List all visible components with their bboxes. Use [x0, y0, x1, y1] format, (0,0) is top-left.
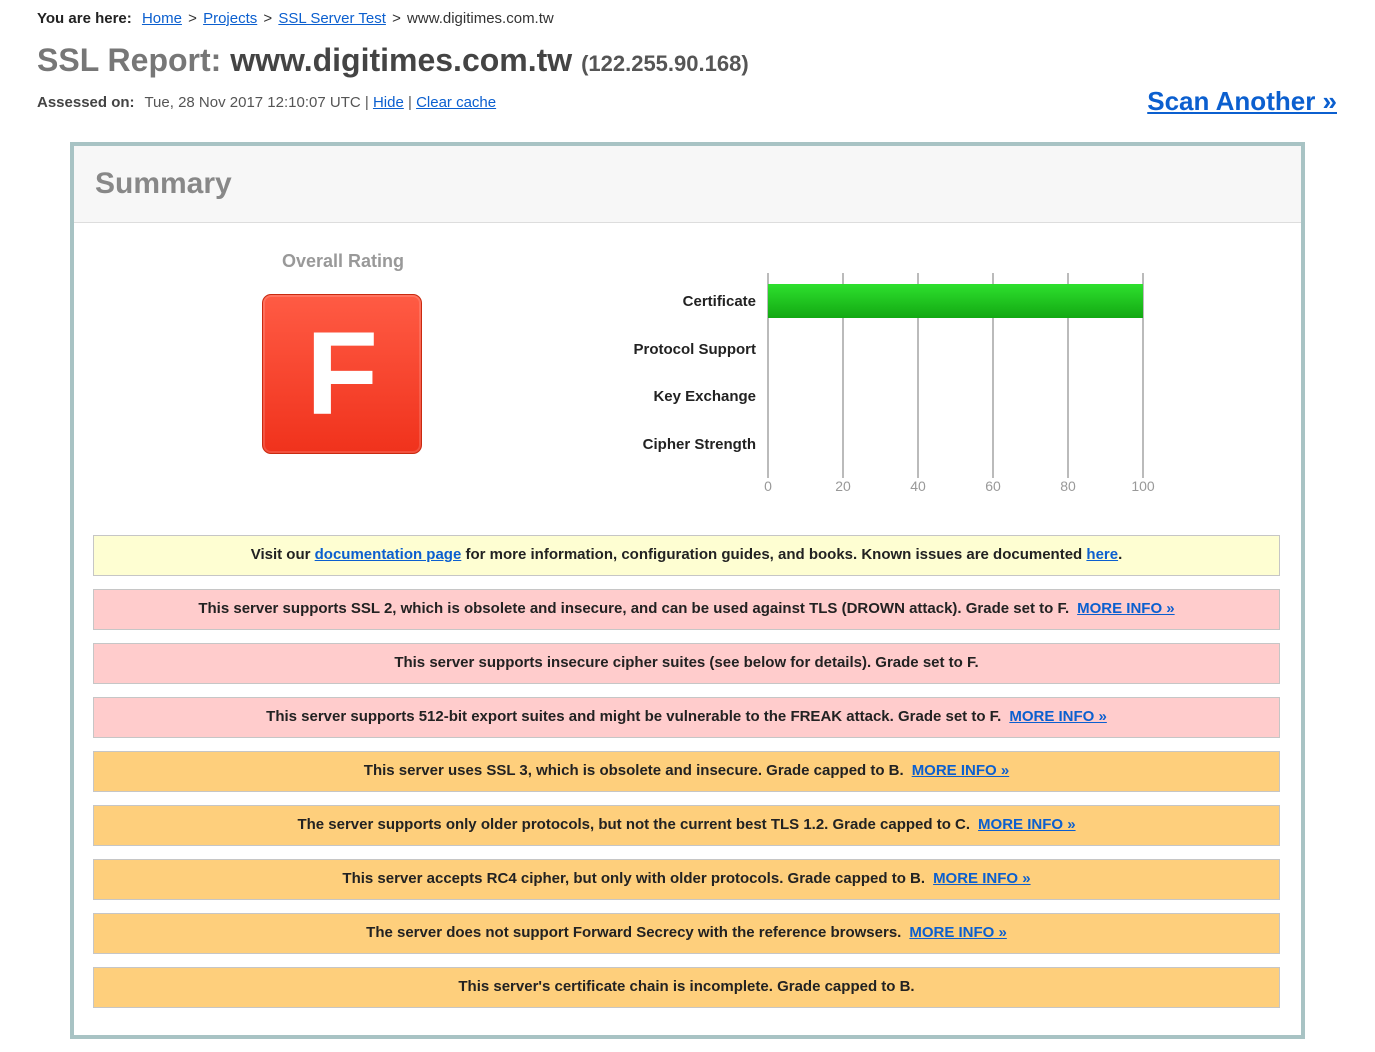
hide-link[interactable]: Hide [373, 94, 404, 111]
more-info-link[interactable]: MORE INFO » [1077, 600, 1175, 617]
tick-label: 0 [764, 478, 772, 494]
notice-text: . [1118, 546, 1123, 563]
page-title: SSL Report: www.digitimes.com.tw (122.25… [37, 42, 749, 79]
assessed-label: Assessed on: [37, 94, 135, 111]
notice-danger: This server supports SSL 2, which is obs… [93, 589, 1280, 630]
notice-text: for more information, configuration guid… [461, 546, 1087, 563]
assessed-separator: | [407, 94, 412, 111]
more-info-link[interactable]: MORE INFO » [1009, 708, 1107, 725]
assessed-info: Assessed on: Tue, 28 Nov 2017 12:10:07 U… [37, 94, 496, 111]
more-info-link[interactable]: MORE INFO » [912, 762, 1010, 779]
breadcrumb: You are here: Home > Projects > SSL Serv… [37, 10, 554, 27]
notice-text: This server supports insecure cipher sui… [394, 654, 979, 671]
breadcrumb-separator: > [392, 10, 401, 27]
more-info-link[interactable]: MORE INFO » [909, 924, 1007, 941]
breadcrumb-projects-link[interactable]: Projects [203, 10, 257, 27]
tick-label: 60 [985, 478, 1001, 494]
notice-text: This server accepts RC4 cipher, but only… [342, 870, 926, 887]
bar-certificate [768, 284, 1143, 318]
breadcrumb-ssl-server-test-link[interactable]: SSL Server Test [278, 10, 386, 27]
notice-danger: This server supports insecure cipher sui… [93, 643, 1280, 684]
more-info-link[interactable]: MORE INFO » [978, 816, 1076, 833]
tick-label: 80 [1060, 478, 1076, 494]
overall-rating-label: Overall Rating [282, 251, 405, 271]
category-label: Protocol Support [634, 341, 757, 358]
grade-badge: F [262, 294, 422, 454]
scan-another-link[interactable]: Scan Another » [1147, 86, 1337, 117]
notice-warn: The server supports only older protocols… [93, 805, 1280, 846]
tick-label: 100 [1131, 478, 1155, 494]
breadcrumb-separator: > [188, 10, 197, 27]
breadcrumb-home-link[interactable]: Home [142, 10, 182, 27]
notice-text: This server supports SSL 2, which is obs… [198, 600, 1070, 617]
category-label: Certificate [683, 293, 756, 310]
assessed-date: Tue, 28 Nov 2017 12:10:07 UTC [144, 94, 361, 111]
report-host: www.digitimes.com.tw [230, 42, 573, 78]
breadcrumb-current: www.digitimes.com.tw [407, 10, 554, 27]
summary-title: Summary [95, 167, 232, 200]
report-ip: (122.255.90.168) [581, 51, 749, 76]
assessed-separator: | [364, 94, 369, 111]
notice-text: This server's certificate chain is incom… [458, 978, 915, 995]
tick-label: 20 [835, 478, 851, 494]
category-label: Cipher Strength [643, 436, 756, 453]
notice-warn: This server accepts RC4 cipher, but only… [93, 859, 1280, 900]
report-prefix: SSL Report: [37, 42, 222, 78]
category-label: Key Exchange [653, 388, 756, 405]
notice-info: Visit our documentation page for more in… [93, 535, 1280, 576]
notice-text: This server uses SSL 3, which is obsolet… [363, 762, 904, 779]
breadcrumb-label: You are here: [37, 10, 132, 27]
notice-danger: This server supports 512-bit export suit… [93, 697, 1280, 738]
breadcrumb-separator: > [263, 10, 273, 27]
notice-warn: This server's certificate chain is incom… [93, 967, 1280, 1008]
known-issues-link[interactable]: here [1086, 546, 1118, 563]
notice-text: Visit our [250, 546, 315, 563]
notice-text: This server supports 512-bit export suit… [266, 708, 1002, 725]
summary-panel: Summary Overall Rating F 0 20 40 60 80 100 Cer… [70, 142, 1305, 1039]
documentation-link[interactable]: documentation page [315, 546, 462, 563]
tick-label: 40 [910, 478, 926, 494]
summary-header: Summary [74, 146, 1301, 223]
clear-cache-link[interactable]: Clear cache [416, 94, 496, 111]
notice-text: The server does not support Forward Secr… [366, 924, 902, 941]
notice-warn: This server uses SSL 3, which is obsolet… [93, 751, 1280, 792]
more-info-link[interactable]: MORE INFO » [933, 870, 1031, 887]
notice-text: The server supports only older protocols… [297, 816, 971, 833]
notice-warn: The server does not support Forward Secr… [93, 913, 1280, 954]
